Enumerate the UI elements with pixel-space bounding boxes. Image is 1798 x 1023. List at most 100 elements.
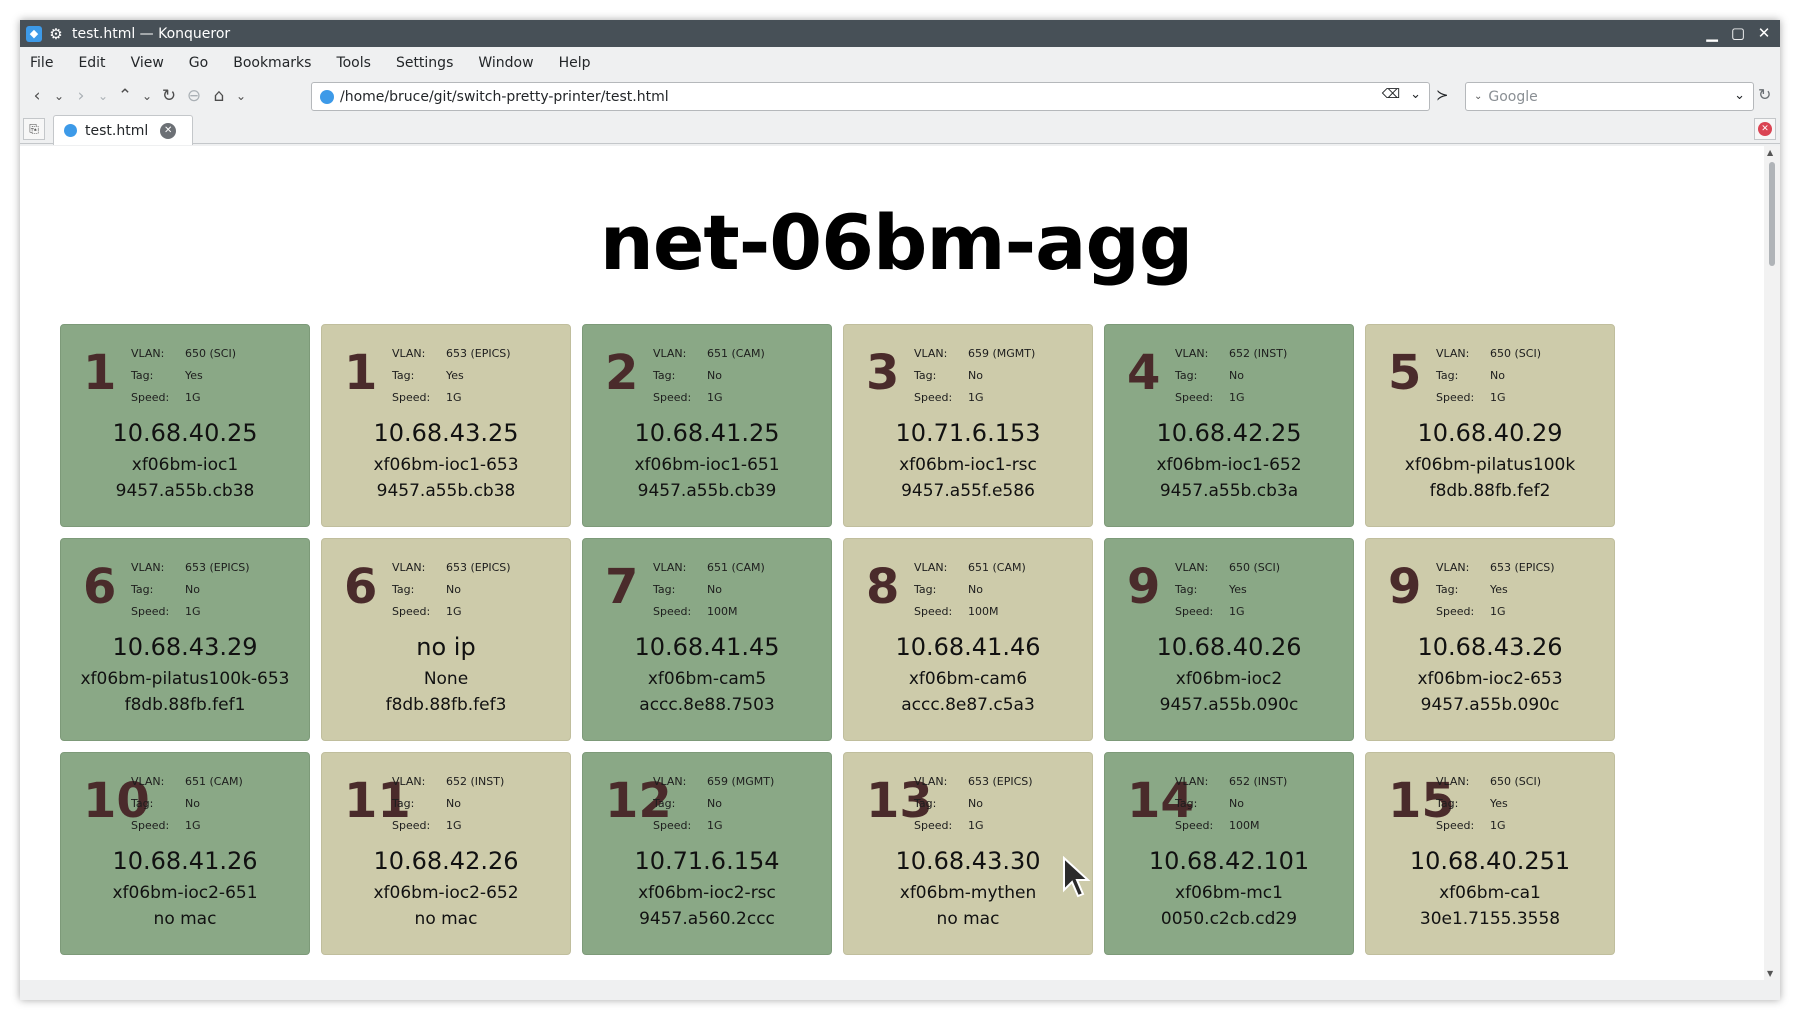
port-mac: accc.8e88.7503 xyxy=(639,695,775,715)
speed-value: 1G xyxy=(707,391,723,404)
port-hostname: xf06bm-pilatus100k xyxy=(1404,455,1576,475)
tag-value: No xyxy=(1229,797,1244,810)
menu-go[interactable]: Go xyxy=(189,55,208,71)
port-mac: 9457.a55b.cb39 xyxy=(637,481,777,501)
url-history-chevron-icon[interactable]: ⌄ xyxy=(1410,87,1421,102)
up-history-chevron-icon[interactable]: ⌄ xyxy=(139,83,155,109)
vlan-value: 653 (EPICS) xyxy=(185,561,250,574)
menu-edit[interactable]: Edit xyxy=(78,55,105,71)
vlan-value: 652 (INST) xyxy=(446,775,505,788)
port-ip: 10.71.6.153 xyxy=(895,419,1041,447)
forward-icon[interactable]: › xyxy=(70,83,92,109)
speed-label: Speed: xyxy=(1436,391,1475,404)
maximize-button[interactable]: ▢ xyxy=(1728,23,1748,43)
url-text[interactable]: /home/bruce/git/switch-pretty-printer/te… xyxy=(340,89,669,105)
vlan-value: 653 (EPICS) xyxy=(446,561,511,574)
close-button[interactable]: ✕ xyxy=(1754,23,1774,43)
forward-history-chevron-icon[interactable]: ⌄ xyxy=(95,83,111,109)
port-hostname: xf06bm-cam5 xyxy=(647,669,767,689)
vertical-scrollbar[interactable]: ▲ ▼ xyxy=(1764,146,1780,980)
vlan-value: 650 (SCI) xyxy=(1490,347,1541,360)
speed-label: Speed: xyxy=(131,819,170,832)
speed-value: 1G xyxy=(1229,391,1245,404)
url-bar[interactable]: /home/bruce/git/switch-pretty-printer/te… xyxy=(311,82,1430,111)
vlan-value: 650 (SCI) xyxy=(1490,775,1541,788)
tab-close-icon[interactable]: ✕ xyxy=(160,122,177,139)
up-icon[interactable]: ⌃ xyxy=(114,83,136,109)
scroll-down-icon[interactable]: ▼ xyxy=(1767,969,1773,978)
speed-label: Speed: xyxy=(653,391,692,404)
back-history-chevron-icon[interactable]: ⌄ xyxy=(51,83,67,109)
tab-bar: ⎘ test.html ✕ ✕ xyxy=(20,114,1780,145)
search-provider-icon[interactable]: ⌄ xyxy=(1474,91,1482,102)
speed-label: Speed: xyxy=(914,819,953,832)
tag-label: Tag: xyxy=(392,797,415,810)
menu-file[interactable]: File xyxy=(30,55,53,71)
search-placeholder: Google xyxy=(1488,88,1538,105)
port-mac: 9457.a55b.090c xyxy=(1420,695,1560,715)
speed-label: Speed: xyxy=(653,819,692,832)
stop-icon[interactable]: ⊖ xyxy=(183,83,205,109)
speed-label: Speed: xyxy=(131,391,170,404)
port-hostname: xf06bm-ioc2 xyxy=(1175,669,1283,689)
home-chevron-icon[interactable]: ⌄ xyxy=(233,83,249,109)
vlan-value: 651 (CAM) xyxy=(968,561,1026,574)
port-info: VLAN: 650 (SCI) Tag: Yes Speed: 1G xyxy=(131,343,236,409)
menu-bookmarks[interactable]: Bookmarks xyxy=(233,55,311,71)
go-icon[interactable]: ≻ xyxy=(1436,86,1449,104)
vlan-label: VLAN: xyxy=(1436,347,1470,360)
vlan-label: VLAN: xyxy=(1175,347,1209,360)
port-ip: no ip xyxy=(416,633,476,661)
port-card: 9 VLAN: 653 (EPICS) Tag: Yes Speed: 1G 10.68.43… xyxy=(1365,538,1615,741)
port-ip: 10.68.41.45 xyxy=(634,633,780,661)
menu-tools[interactable]: Tools xyxy=(336,55,371,71)
port-ip: 10.68.43.26 xyxy=(1417,633,1563,661)
speed-label: Speed: xyxy=(392,819,431,832)
tab-globe-icon xyxy=(64,124,77,137)
port-info: VLAN: 650 (SCI) Tag: Yes Speed: 1G xyxy=(1436,771,1541,837)
back-icon[interactable]: ‹ xyxy=(26,83,48,109)
close-tab-icon: ✕ xyxy=(1758,122,1772,136)
vlan-label: VLAN: xyxy=(131,561,165,574)
port-mac: f8db.88fb.fef1 xyxy=(124,695,246,715)
port-number: 2 xyxy=(605,345,639,401)
tab-test-html[interactable]: test.html ✕ xyxy=(53,115,193,145)
port-card: 13 VLAN: 653 (EPICS) Tag: No Speed: 1G 10.68.43… xyxy=(843,752,1093,955)
vlan-value: 659 (MGMT) xyxy=(707,775,775,788)
scroll-up-icon[interactable]: ▲ xyxy=(1767,148,1773,157)
port-ip: 10.68.43.30 xyxy=(895,847,1041,875)
menu-view[interactable]: View xyxy=(131,55,164,71)
port-number: 7 xyxy=(605,559,639,615)
port-hostname: xf06bm-ca1 xyxy=(1439,883,1541,903)
port-mac: 9457.a560.2ccc xyxy=(639,909,775,929)
search-chevron-icon[interactable]: ⌄ xyxy=(1734,88,1745,103)
close-tab-button[interactable]: ✕ xyxy=(1754,118,1776,140)
port-info: VLAN: 650 (SCI) Tag: Yes Speed: 1G xyxy=(1175,557,1280,623)
vlan-label: VLAN: xyxy=(653,561,687,574)
menu-help[interactable]: Help xyxy=(559,55,591,71)
speed-label: Speed: xyxy=(1436,605,1475,618)
konqueror-app-icon[interactable]: ◆ xyxy=(26,25,42,42)
port-hostname: xf06bm-ioc2-rsc xyxy=(638,883,776,903)
port-mac: accc.8e87.c5a3 xyxy=(901,695,1035,715)
reload-icon[interactable]: ↻ xyxy=(158,83,180,109)
menu-window[interactable]: Window xyxy=(478,55,533,71)
home-icon[interactable]: ⌂ xyxy=(208,83,230,109)
tag-value: No xyxy=(1490,369,1505,382)
port-card: 2 VLAN: 651 (CAM) Tag: No Speed: 1G 10.68.41.25… xyxy=(582,324,832,527)
search-bar[interactable]: ⌄ Google ⌄ xyxy=(1465,82,1754,111)
menu-settings[interactable]: Settings xyxy=(396,55,453,71)
clear-url-icon[interactable]: ⌫ xyxy=(1382,87,1400,102)
new-tab-icon[interactable]: ⎘ xyxy=(23,118,45,140)
scroll-thumb[interactable] xyxy=(1769,162,1775,266)
port-card: 8 VLAN: 651 (CAM) Tag: No Speed: 100M 10.68.41.… xyxy=(843,538,1093,741)
vlan-value: 650 (SCI) xyxy=(1229,561,1280,574)
tag-label: Tag: xyxy=(653,797,676,810)
minimize-button[interactable]: ▁ xyxy=(1702,23,1722,43)
port-ip: 10.68.42.25 xyxy=(1156,419,1302,447)
port-number: 8 xyxy=(866,559,900,615)
port-card: 15 VLAN: 650 (SCI) Tag: Yes Speed: 1G 10.68.40.… xyxy=(1365,752,1615,955)
pin-icon[interactable]: ⚙ xyxy=(48,25,64,43)
port-info: VLAN: 651 (CAM) Tag: No Speed: 100M xyxy=(914,557,1026,623)
port-card: 6 VLAN: 653 (EPICS) Tag: No Speed: 1G 10.68.43.… xyxy=(60,538,310,741)
